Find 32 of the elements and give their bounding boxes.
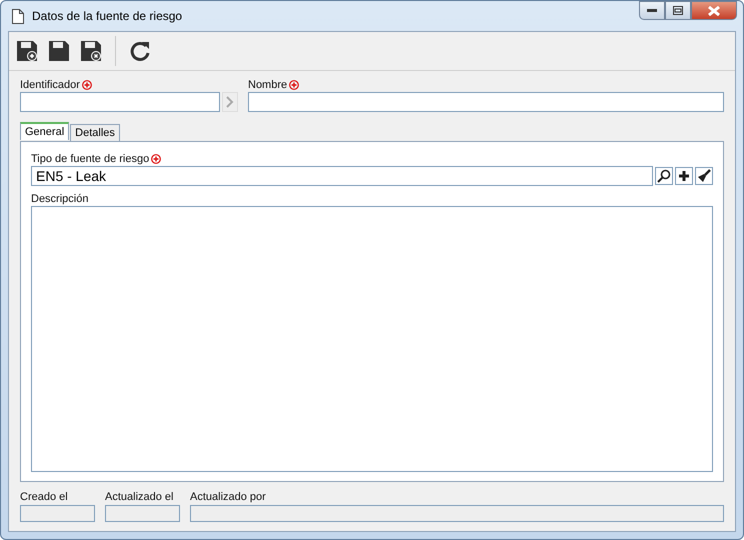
save-button[interactable] <box>47 38 71 64</box>
required-icon <box>289 80 300 90</box>
close-button[interactable] <box>691 1 737 20</box>
risk-source-type-field[interactable]: EN5 - Leak <box>31 166 653 186</box>
field-label: Descripción <box>31 193 88 205</box>
tab[interactable]: General <box>20 122 70 140</box>
plus-icon <box>679 171 689 181</box>
field-label: Creado el <box>20 491 68 503</box>
field-label: Nombre <box>248 79 288 91</box>
minimize-button[interactable] <box>639 1 665 20</box>
field-label: Identificador <box>20 79 80 91</box>
field-label: Tipo de fuente de riesgo <box>31 153 150 165</box>
maximize-icon <box>673 6 683 15</box>
chevron-right-icon <box>226 96 234 108</box>
minimize-icon <box>647 8 657 12</box>
required-icon <box>82 80 92 90</box>
save-close-button[interactable] <box>79 38 103 64</box>
field-label: Actualizado el <box>105 491 174 503</box>
add-button[interactable] <box>675 167 693 185</box>
text-field[interactable] <box>248 92 724 112</box>
document-icon <box>12 8 24 24</box>
description-field[interactable] <box>31 206 713 472</box>
maximize-button[interactable] <box>665 1 691 20</box>
close-icon <box>708 6 720 16</box>
clear-button[interactable] <box>695 167 713 185</box>
window-title: Datos de la fuente de riesgo <box>32 9 182 23</box>
required-icon <box>151 154 162 164</box>
text-field[interactable] <box>20 92 220 112</box>
search-button[interactable] <box>655 167 673 185</box>
save-new-button[interactable] <box>15 38 39 64</box>
field-label: Actualizado por <box>190 491 266 503</box>
tab[interactable]: Detalles <box>70 124 120 141</box>
